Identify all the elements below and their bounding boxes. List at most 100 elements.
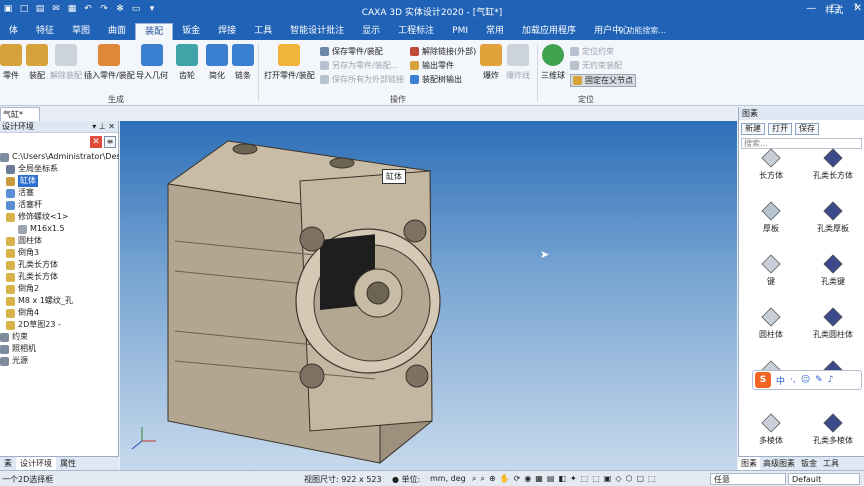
right-tab-1[interactable]: 高级图素 — [760, 457, 798, 470]
tree-node[interactable]: C:\Users\Administrator\Desktop — [0, 151, 119, 163]
style-menu[interactable]: 样式 — [825, 3, 843, 16]
op-button-4[interactable]: 输出零件 — [410, 60, 454, 71]
pos-button-0[interactable]: 定位约束 — [570, 46, 614, 57]
tree-node[interactable]: 活塞杆 — [0, 199, 119, 211]
tree-node[interactable]: 孔类长方体 — [0, 259, 119, 271]
ime-toolbar[interactable]: S 中 ·, ☺ ✎ ♪ — [752, 370, 862, 390]
tab-13[interactable]: 加载应用程序 — [513, 23, 585, 40]
tree-node[interactable]: 修饰螺纹<1> — [0, 211, 119, 223]
tab-1[interactable]: 特征 — [27, 23, 63, 40]
library-element[interactable]: 孔类多棱体 — [803, 413, 863, 446]
explode-button-0[interactable]: 爆炸 — [480, 44, 502, 81]
pen-icon[interactable]: ✎ — [815, 375, 823, 385]
library-element[interactable]: 孔类圆柱体 — [803, 307, 863, 340]
tab-9[interactable]: 显示 — [353, 23, 389, 40]
right-tab-3[interactable]: 工具 — [820, 457, 842, 470]
view-tools[interactable]: ⌕⌕⊕✋⟳◉▦▤◧✦⬚⬚▣◇⬡▢⬚ — [472, 474, 660, 484]
tab-0[interactable]: 体 — [0, 23, 27, 40]
tree-node[interactable]: 倒角2 — [0, 283, 119, 295]
tab-4[interactable]: 装配 — [135, 23, 174, 40]
op-button-3[interactable]: 解除链接(外部) — [410, 46, 476, 57]
tree-node[interactable]: 倒角4 — [0, 307, 119, 319]
mouse-cursor: ➤ — [540, 248, 550, 261]
tree-node[interactable]: 约束 — [0, 331, 119, 343]
gen-button-7[interactable]: 链条 — [232, 44, 254, 81]
gen-button-1[interactable]: 装配 — [26, 44, 48, 81]
right-tab-0[interactable]: 图素 — [738, 457, 760, 470]
scheme-select[interactable]: Default — [788, 473, 860, 485]
tab-2[interactable]: 草图 — [63, 23, 99, 40]
tree-node-icon — [6, 320, 15, 330]
tab-6[interactable]: 焊接 — [209, 23, 245, 40]
tab-10[interactable]: 工程标注 — [389, 23, 443, 40]
tree-node[interactable]: 光源 — [0, 355, 119, 367]
ime-mode[interactable]: 中 — [776, 374, 785, 387]
left-tab-0[interactable]: 素 — [0, 457, 16, 470]
library-element[interactable]: 多棱体 — [741, 413, 801, 446]
library-element[interactable]: 厚板 — [741, 201, 801, 234]
cylinder-model[interactable] — [120, 121, 737, 470]
gen-button-2[interactable]: 解除装配 — [50, 44, 82, 81]
tab-8[interactable]: 智能设计批注 — [281, 23, 353, 40]
emoji-icon[interactable]: ☺ — [801, 375, 810, 385]
op-button-1[interactable]: 另存为零件/装配... — [320, 60, 398, 71]
help-button[interactable]: ? — [853, 3, 858, 16]
op-button-0[interactable]: 保存零件/装配 — [320, 46, 383, 57]
filter-select[interactable]: 任意 — [710, 473, 786, 485]
open-part-button[interactable]: 打开零件/装配 — [264, 44, 315, 81]
library-element[interactable]: 孔类厚板 — [803, 201, 863, 234]
op-button-5[interactable]: 装配树输出 — [410, 74, 462, 85]
function-search[interactable]: ♀ 功能搜索... — [618, 25, 666, 36]
document-tab[interactable]: 气缸* — [0, 107, 40, 121]
library-element[interactable]: 长方体 — [741, 148, 801, 181]
left-tab-1[interactable]: 设计环境 — [16, 457, 56, 470]
gen-button-0[interactable]: 零件 — [0, 44, 22, 81]
tree-node[interactable]: 全局坐标系 — [0, 163, 119, 175]
library-element[interactable]: 孔类长方体 — [803, 148, 863, 181]
library-element[interactable]: 键 — [741, 254, 801, 287]
mic-icon[interactable]: ♪ — [828, 375, 834, 385]
right-tab-2[interactable]: 钣金 — [798, 457, 820, 470]
left-tab-2[interactable]: 属性 — [56, 457, 80, 470]
tree-node[interactable]: 照相机 — [0, 343, 119, 355]
op-button-2[interactable]: 保存所有为外部链接 — [320, 74, 404, 85]
tree-node[interactable]: M8 x 1螺纹_孔 — [0, 295, 119, 307]
tab-5[interactable]: 钣金 — [173, 23, 209, 40]
tab-7[interactable]: 工具 — [245, 23, 281, 40]
tool-icon — [570, 47, 579, 56]
library-element[interactable]: 孔类键 — [803, 254, 863, 287]
pos-button-2[interactable]: 固定在父节点 — [570, 74, 636, 87]
minimize-button[interactable]: — — [806, 3, 816, 14]
tree-node[interactable]: 倒角3 — [0, 247, 119, 259]
tree-node-icon — [6, 296, 15, 306]
tab-3[interactable]: 曲面 — [99, 23, 135, 40]
gen-button-4[interactable]: 导入几何 — [136, 44, 168, 81]
library-search-input[interactable]: 搜索... — [741, 138, 862, 149]
tree-node[interactable]: M16x1.5 — [0, 223, 119, 235]
library-tool-2[interactable]: 保存 — [795, 123, 819, 135]
tree-node-icon — [0, 152, 9, 162]
library-tool-0[interactable]: 新建 — [741, 123, 765, 135]
close-icon[interactable]: ✕ — [90, 136, 102, 148]
tree-node[interactable]: 活塞 — [0, 187, 119, 199]
gen-button-3[interactable]: 插入零件/装配 — [84, 44, 135, 81]
pin-icon[interactable]: ▾ ⊥ ✕ — [92, 121, 115, 133]
explode-icon — [480, 44, 502, 66]
library-tool-1[interactable]: 打开 — [768, 123, 792, 135]
tab-11[interactable]: PMI — [443, 23, 477, 40]
pos-button-1[interactable]: 无约束装配 — [570, 60, 622, 71]
list-icon[interactable]: ≡ — [104, 136, 116, 148]
gen-button-5[interactable]: 齿轮 — [176, 44, 198, 81]
3d-ball-button[interactable]: 三维球 — [541, 44, 565, 81]
tree-node[interactable]: 圆柱体 — [0, 235, 119, 247]
3d-viewport[interactable]: 缸体 ➤ — [120, 121, 737, 470]
tree-node[interactable]: 孔类长方体 — [0, 271, 119, 283]
tree-node[interactable]: 2D草图23 - — [0, 319, 119, 331]
gen-button-6[interactable]: 简化 — [206, 44, 228, 81]
punctuation-icon[interactable]: ·, — [790, 375, 796, 385]
explode-button-1[interactable]: 爆炸线 — [506, 44, 530, 81]
tree-node-icon — [6, 212, 15, 222]
tree-node[interactable]: 缸体 — [0, 175, 119, 187]
tab-12[interactable]: 常用 — [477, 23, 513, 40]
library-element[interactable]: 圆柱体 — [741, 307, 801, 340]
